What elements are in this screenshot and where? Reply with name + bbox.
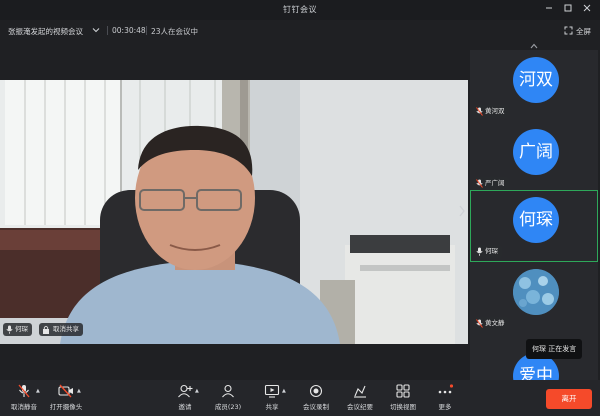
participant-name-tag: 黄河双 [473,105,509,118]
avatar: 何琛 [513,197,559,243]
mic-icon [476,247,483,256]
minutes-label: 会议纪要 [347,403,373,411]
share-button[interactable]: ▲ 共享 [250,384,294,411]
mic-muted-icon [476,179,483,188]
members-button[interactable]: 成员(23) [206,384,250,411]
stop-sharing-button[interactable]: 取消共享 [39,323,83,336]
meeting-timer: 00:30:48 [112,26,146,35]
record-icon [309,384,323,398]
chevron-up-icon[interactable]: ▲ [195,388,199,394]
avatar: 广阔 [513,129,559,175]
camera-off-icon [58,384,73,398]
members-label: 成员(23) [214,403,242,411]
participant-name: 黄文静 [485,319,505,327]
close-icon [583,4,591,12]
divider [107,26,108,35]
chevron-up-icon[interactable]: ▲ [77,388,81,394]
members-icon [222,384,234,398]
close-button[interactable] [578,2,596,18]
participant-name: 严广阔 [485,179,505,187]
fullscreen-label: 全屏 [576,27,591,36]
invite-button[interactable]: ▲ 邀请 [163,384,207,411]
speaker-name: 何琛 [15,325,28,333]
fullscreen-button[interactable]: 全屏 [564,24,594,38]
switch-view-button[interactable]: 切换视图 [381,384,425,411]
record-button[interactable]: 会议录制 [294,384,338,411]
avatar: 河双 [513,57,559,103]
video-frame [0,80,468,344]
unmute-label: 取消静音 [11,403,37,411]
chevron-up-icon[interactable] [529,42,539,50]
participant-name: 何琛 [485,247,498,255]
avatar-image [513,269,559,315]
switch-view-icon [396,384,410,398]
speaking-indicator: 何琛 正在发言 [526,339,583,359]
lock-icon [43,325,49,334]
share-label: 共享 [265,403,279,411]
invite-user-icon [178,384,193,398]
mic-muted-icon [476,107,483,116]
more-button[interactable]: 更多 [423,384,467,411]
meeting-info-bar: 张振淹发起的视频会议 00:30:48 23人在会议中 全屏 [0,20,600,42]
divider [146,26,147,35]
avatar-photo [513,269,559,315]
chevron-up-icon[interactable]: ▲ [282,388,286,394]
participant-name-tag: 黄文静 [473,317,509,330]
maximize-icon [564,4,572,12]
chevron-down-icon[interactable] [91,25,101,35]
participant-name-tag: 何琛 [473,245,502,258]
meeting-toolbar: ▲ 取消静音 ▲ 打开摄像头 ▲ 邀请 成员(23) ▲ 共享 会议录制 会议纪… [0,380,600,416]
switch-view-label: 切换视图 [390,403,416,411]
title-bar: 钉钉会议 [0,0,600,20]
meeting-name[interactable]: 张振淹发起的视频会议 [8,26,83,37]
minutes-button[interactable]: 会议纪要 [338,384,382,411]
mic-muted-icon [18,384,30,398]
share-screen-icon [264,384,280,398]
fullscreen-icon [564,26,573,35]
participant-tile[interactable]: 广阔 严广阔 [470,122,598,194]
more-label: 更多 [438,403,452,411]
record-label: 会议录制 [303,403,329,411]
mic-icon [6,325,13,334]
minimize-button[interactable] [540,2,558,18]
more-icon [438,384,453,394]
leave-button[interactable]: 离开 [546,389,592,409]
invite-label: 邀请 [178,403,192,411]
participant-tile[interactable]: 河双 黄河双 [470,50,598,122]
maximize-button[interactable] [559,2,577,18]
participant-tile-speaking[interactable]: 何琛 何琛 [470,190,598,262]
participant-name: 黄河双 [485,107,505,115]
participant-tile[interactable]: 黄文静 [470,262,598,334]
camera-label: 打开摄像头 [49,403,83,411]
app-title: 钉钉会议 [283,5,317,14]
unmute-button[interactable]: ▲ 取消静音 [2,384,46,411]
attendee-count[interactable]: 23人在会议中 [151,26,198,37]
participant-name-tag: 严广阔 [473,177,509,190]
speaker-name-tag: 何琛 [3,323,32,336]
camera-button[interactable]: ▲ 打开摄像头 [44,384,88,411]
stop-sharing-label: 取消共享 [53,325,79,333]
chevron-up-icon[interactable]: ▲ [36,388,40,394]
participant-sidebar: 河双 黄河双 广阔 严广阔 何琛 何琛 黄文静 爱中 [468,42,600,380]
minimize-icon [546,7,552,9]
main-video-feed[interactable]: 何琛 取消共享 [0,80,468,344]
minutes-icon [354,385,366,398]
mic-muted-icon [476,319,483,328]
chevron-right-icon[interactable] [457,203,467,219]
